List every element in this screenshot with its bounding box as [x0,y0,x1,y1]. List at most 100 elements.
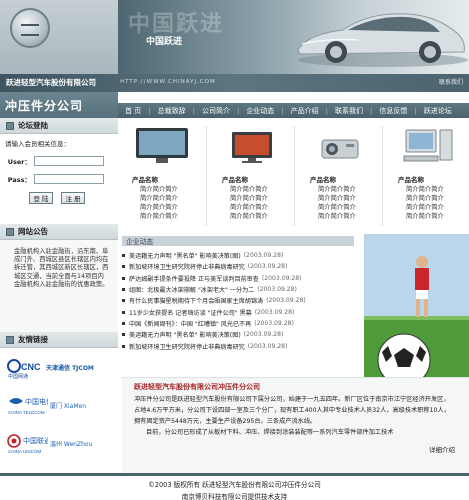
nav-item-company-profile[interactable]: 公司简介 [195,106,237,116]
news-item[interactable]: 组图：北极最大冰架崩解 "冰架老大" 一分为二 (2003.09.28) [122,284,357,295]
news-date: (2003.09.28) [261,274,302,282]
left-column: 论坛登陆 请输入会员相关信息： User： Pass： 登 陆 注 册 网站公告… [0,118,118,498]
news-date: (2003.09.28) [243,331,284,339]
login-button[interactable]: 登 陆 [29,192,53,204]
bullet-icon [122,321,125,325]
header: 中国跃进 中国跃进 跃进轻型汽车股份有限公司 HTTP://WWW.CHINAY… [0,0,469,118]
contact-link[interactable]: 联系我们 [439,77,463,86]
link-icon [6,335,14,344]
nav-item-home[interactable]: 首 页 [118,106,148,116]
news-item[interactable]: 新加坡环境卫生研究院将停止非典病毒研究 (2003.09.28) [122,261,357,272]
notice-text: 金融机构入驻金融街，沿东南、阜成门外、西城区县区长辖区内均在拆迁管，其西城区新区… [0,240,118,332]
logo-area [0,0,118,74]
news-headline: 萨达姆副手提条件要投降 正与美军谈判目前审查 [129,275,259,283]
login-buttons: 登 陆 注 册 [5,192,113,204]
news-item[interactable]: 美运籍无力声明 "黑名单" 影响美决策(图) (2003.09.28) [122,250,357,261]
friend-link-telecom[interactable]: 中国电信 CHINA TELECOM 厦门 XiaMen [6,392,112,420]
news-headline: 美运籍无力声明 "黑名单" 影响美决策(图) [129,253,241,261]
nav-item-news[interactable]: 企业动态 [239,106,281,116]
friend-link-cnc[interactable]: CNC 中国网通 天津通信 TJCOM [6,354,112,382]
product-card[interactable]: 产品名称 简介简介简介 简介简介简介 简介简介简介 简介简介简介 [384,118,469,230]
product-desc: 简介简介简介 [406,186,444,193]
nav-item-forum[interactable]: 跃进论坛 [417,106,459,116]
monitor-icon [232,132,272,163]
intro-more-link[interactable]: 详细介绍 [429,444,455,454]
links-section-header: 友情链接 [0,332,118,348]
product-name: 产品名称 [132,176,158,184]
company-logo[interactable] [10,8,50,48]
nav-item-feedback[interactable]: 信息反馈 [372,106,414,116]
news-date: (2003.09.28) [247,342,288,350]
product-desc: 简介简介简介 [406,204,444,211]
notice-title: 网站公告 [18,227,48,236]
login-section-header: 论坛登陆 [0,118,118,134]
bullet-icon [122,254,125,258]
header-strip: 跃进轻型汽车股份有限公司 HTTP://WWW.CHINAYJ.COM 联系我们 [0,74,469,92]
news-headline: 中国《新闻周刊》：中国 "红嘈镇" 风光已不再 [129,320,252,328]
product-desc: 简介简介简介 [140,204,178,211]
news-section-header: 企业动态 [122,236,354,246]
intro-title: 跃进轻型汽车股份有限公司冲压件分公司 [134,383,260,391]
soccer-image [364,234,469,390]
news-title: 企业动态 [126,238,154,246]
product-desc: 简介简介简介 [318,213,356,220]
nav-item-ceo-message[interactable]: 总裁致辞 [151,106,193,116]
company-intro: 跃进轻型汽车股份有限公司冲压件分公司 冲压件分公司是跃进轻型汽车股份有限公司下属… [122,377,469,477]
pass-input[interactable] [34,174,104,184]
login-title: 论坛登陆 [18,121,48,130]
divider [382,126,383,226]
product-desc: 简介简介简介 [318,186,356,193]
svg-text:CHINA TELECOM: CHINA TELECOM [8,410,45,415]
pass-row: Pass： [5,174,113,184]
news-headline: 新加坡环境卫生研究院将停止非典病毒研究 [129,343,245,351]
projector-icon [321,139,359,159]
subtitle-bar: 冲压件分公司 [0,92,118,118]
news-item[interactable]: 新加坡环境卫生研究院将停止非典病毒研究 (2003.09.28) [122,340,357,351]
wenzhou-label: 温州 WenZhou [50,440,93,448]
product-desc: 简介简介简介 [230,195,268,202]
bullet-icon [122,288,125,292]
product-desc: 简介简介简介 [140,186,178,193]
news-date: (2003.09.28) [254,319,294,327]
news-item[interactable]: 美运籍无力声明 "黑名单" 影响美决策(图) (2003.09.28) [122,329,357,340]
bullet-icon [122,344,125,348]
bullet-icon [122,299,125,303]
news-date: (2003.09.28) [257,286,297,294]
site-url[interactable]: HTTP://WWW.CHINAYJ.COM [120,79,216,85]
user-label: User： [7,158,31,166]
banner: 中国跃进 中国跃进 [118,0,469,74]
product-desc: 简介简介简介 [140,195,178,202]
svg-text:中国联通: 中国联通 [23,436,48,445]
nav-item-products[interactable]: 产品介绍 [284,106,326,116]
site-subtitle: 冲压件分公司 [5,99,84,113]
news-headline: 新加坡环境卫生研究院将停止非典病毒研究 [129,264,245,272]
product-showcase: 产品名称 简介简介简介 简介简介简介 简介简介简介 简介简介简介 产品名称 简介… [118,118,469,230]
product-card[interactable]: 产品名称 简介简介简介 简介简介简介 简介简介简介 简介简介简介 [208,118,294,230]
news-item[interactable]: 有什么民事猫星税期待下个月会晤国家主席胡锦涛 (2003.09.28) [122,295,357,306]
divider [294,126,295,226]
news-headline: 11岁少女获提名 记者嗨访谈 "证件公司" 黑幕 [129,309,252,317]
login-form: 请输入会员相关信息： User： Pass： 登 陆 注 册 [0,134,118,224]
lock-icon [6,121,14,130]
nav-item-contact[interactable]: 联系我们 [328,106,370,116]
user-input[interactable] [34,156,104,166]
svg-text:中国电信: 中国电信 [25,397,48,406]
news-item[interactable]: 11岁少女获提名 记者嗨访谈 "证件公司" 黑幕 (2003.09.28) [122,306,357,317]
product-desc: 简介简介简介 [140,213,178,220]
svg-text:中国网通: 中国网通 [8,373,28,380]
news-item[interactable]: 中国《新闻周刊》：中国 "红嘈镇" 风光已不再 (2003.09.28) [122,318,357,329]
product-name: 产品名称 [398,176,424,184]
product-desc: 简介简介简介 [406,213,444,220]
news-date: (2003.09.28) [254,308,295,316]
product-card[interactable]: 产品名称 简介简介简介 简介简介简介 简介简介简介 简介简介简介 [118,118,204,230]
news-date: (2003.09.28) [266,297,306,305]
friend-link-unicom[interactable]: 中国联通 CHINA UNICOM 温州 WenZhou [6,430,112,458]
news-date: (2003.09.28) [243,252,284,260]
news-headline: 组图：北极最大冰架崩解 "冰架老大" 一分为二 [129,287,255,295]
news-item[interactable]: 萨达姆副手提条件要投降 正与美军谈判目前审查 (2003.09.28) [122,273,357,284]
main-nav: 首 页 | 总裁致辞 | 公司简介 | 企业动态 | 产品介绍 | 联系我们 | 信息反馈 |… [118,103,469,118]
register-button[interactable]: 注 册 [61,192,85,204]
user-row: User： [5,156,113,166]
product-card[interactable]: 产品名称 简介简介简介 简介简介简介 简介简介简介 简介简介简介 [296,118,382,230]
china-telecom-logo-icon: 中国电信 CHINA TELECOM [8,397,48,415]
